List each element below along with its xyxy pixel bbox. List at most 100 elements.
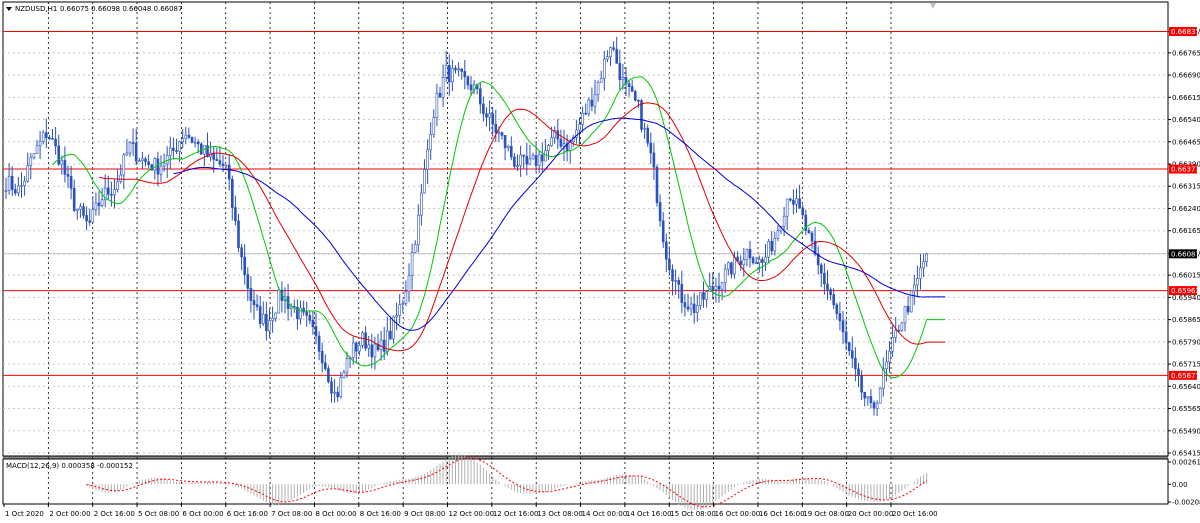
candle-body [351, 342, 355, 359]
candle-body [370, 344, 374, 358]
candle-body [193, 141, 197, 144]
candle [447, 54, 451, 96]
candle [265, 301, 268, 341]
candle-body [113, 189, 116, 196]
time-tick-label: 5 Oct 08:00 [138, 510, 179, 518]
candle [131, 128, 135, 157]
chart-canvas[interactable]: 0.66837 0.66765 0.66690 0.66615 0.66540 0.664… [0, 0, 1200, 523]
candle-body [869, 396, 873, 404]
candle-body [764, 256, 767, 263]
candle [227, 153, 231, 191]
candle [97, 191, 101, 216]
candle-body [609, 47, 612, 57]
candle-body [854, 357, 857, 370]
candle [627, 79, 631, 97]
candle-body [423, 169, 426, 194]
candle [320, 342, 324, 373]
price-tick-label: 0.66465 [1172, 138, 1200, 146]
candle [69, 165, 73, 200]
candle [457, 62, 460, 77]
candle-body [156, 158, 160, 175]
candle-body [730, 262, 733, 275]
candle-body [838, 313, 842, 322]
candle-body [134, 142, 138, 162]
candle-body [131, 142, 135, 144]
time-tick-label: 1 Oct 2020 [5, 510, 44, 518]
candle-body [720, 282, 724, 290]
candle-body [633, 91, 637, 101]
time-tick-label: 8 Oct 16:00 [360, 510, 401, 518]
candle-body [841, 320, 845, 333]
candle-body [261, 314, 265, 324]
candle [919, 253, 922, 290]
price-axis[interactable]: 0.66837 0.66765 0.66690 0.66615 0.66540 0.664… [1168, 28, 1200, 507]
candle-body [785, 198, 789, 217]
candle [912, 274, 916, 306]
candle-body [277, 289, 281, 314]
candle-body [683, 302, 687, 308]
candle [655, 164, 659, 207]
candle-body [196, 141, 200, 145]
candle [677, 276, 681, 299]
candle-body [69, 175, 73, 189]
time-tick-label: 13 Oct 08:00 [537, 510, 583, 518]
candle [184, 126, 188, 145]
candle-body [761, 259, 764, 263]
candle-body [519, 154, 522, 167]
candle [646, 124, 650, 147]
candle-body [246, 274, 250, 289]
candle [20, 172, 23, 198]
candle-body [79, 206, 82, 210]
candle [485, 107, 488, 127]
candle-body [537, 154, 541, 166]
candle [609, 46, 612, 67]
candle-body [916, 278, 919, 286]
candle [385, 316, 389, 356]
candle [922, 253, 925, 278]
candle [110, 181, 113, 207]
candle-body [668, 258, 671, 270]
candle [107, 175, 110, 201]
candle [534, 140, 538, 173]
candle-body [581, 112, 584, 125]
candle-body [717, 285, 721, 290]
trade-arrow-icon [930, 3, 936, 9]
candle [509, 136, 513, 161]
candle-body [10, 176, 14, 190]
candle-body [674, 280, 677, 282]
candle-body [584, 112, 588, 115]
candle-body [528, 158, 532, 165]
candle [63, 146, 67, 183]
candle [237, 214, 240, 253]
candle-body [63, 160, 67, 175]
candle-body [544, 150, 547, 162]
candle-body [702, 292, 705, 300]
candle-body [699, 292, 702, 306]
candle [795, 188, 798, 213]
time-axis[interactable]: 1 Oct 2020 2 Oct 00:00 2 Oct 16:00 5 Oct 08… [3, 504, 938, 518]
candle-body [506, 145, 510, 149]
candle-body [413, 244, 417, 253]
candle [103, 174, 107, 208]
candle-body [144, 158, 147, 163]
candle [717, 272, 721, 303]
candle [134, 129, 138, 166]
candle [141, 151, 144, 169]
candle-body [141, 158, 144, 161]
dropdown-arrow-icon[interactable] [6, 7, 12, 11]
candle-body [432, 117, 436, 135]
candle [255, 294, 259, 311]
candle [243, 244, 246, 285]
candle [798, 184, 801, 209]
candle [764, 244, 767, 271]
candle-body [894, 330, 898, 338]
candle-body [922, 261, 925, 269]
candle-body [268, 320, 271, 332]
candle-body [227, 164, 231, 180]
candle [175, 138, 178, 154]
candle [367, 335, 371, 357]
candle-body [643, 127, 646, 130]
candle [661, 212, 665, 248]
candle-body [646, 127, 650, 144]
candle [633, 89, 637, 102]
